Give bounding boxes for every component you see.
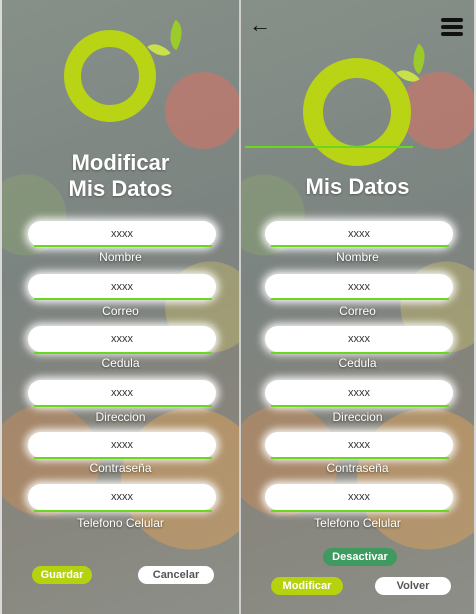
name-field[interactable]: xxxx xyxy=(28,221,216,247)
field-underline xyxy=(34,245,212,247)
title-line-2: Mis Datos xyxy=(68,176,173,201)
field-value: xxxx xyxy=(111,491,133,503)
field-label: Cedula xyxy=(338,356,377,370)
save-button[interactable]: Guardar xyxy=(32,566,92,584)
email-field: xxxx xyxy=(265,274,453,300)
field-label: Direccion xyxy=(332,410,383,424)
field-underline xyxy=(34,352,212,354)
field-value: xxxx xyxy=(111,281,133,293)
leaf-icon xyxy=(405,43,433,75)
logo-ring-icon xyxy=(64,30,156,122)
field-label: Nombre xyxy=(99,250,142,264)
title-rule xyxy=(245,146,413,148)
field-underline xyxy=(271,405,449,407)
deactivate-button[interactable]: Desactivar xyxy=(323,548,397,566)
field-underline xyxy=(34,298,212,300)
field-label: Correo xyxy=(102,304,139,318)
edit-profile-screen: Modificar Mis Datos xxxx Nombre xxxx Cor… xyxy=(2,0,239,614)
field-value: xxxx xyxy=(348,281,370,293)
field-label: Contraseña xyxy=(326,461,389,475)
modify-button[interactable]: Modificar xyxy=(271,577,343,595)
field-value: xxxx xyxy=(348,387,370,399)
field-underline xyxy=(271,298,449,300)
hamburger-menu-icon[interactable] xyxy=(441,18,463,39)
address-field: xxxx xyxy=(265,380,453,406)
title-line-1: Modificar xyxy=(71,150,170,175)
password-field: xxxx xyxy=(265,432,453,458)
field-value: xxxx xyxy=(348,228,370,240)
field-value: xxxx xyxy=(348,333,370,345)
field-label: Cedula xyxy=(101,356,140,370)
field-underline xyxy=(271,245,449,247)
field-underline xyxy=(271,510,449,512)
field-underline xyxy=(271,352,449,354)
field-label: Direccion xyxy=(95,410,146,424)
field-label: Telefono Celular xyxy=(314,516,401,530)
id-field: xxxx xyxy=(265,326,453,352)
page-title: Modificar Mis Datos xyxy=(2,150,239,202)
field-value: xxxx xyxy=(111,387,133,399)
back-button[interactable]: Volver xyxy=(375,577,451,595)
profile-screen: ← Mis Datos xxxx Nombre xxxx Correo xxxx… xyxy=(241,0,474,614)
email-field[interactable]: xxxx xyxy=(28,274,216,300)
page-title: Mis Datos xyxy=(305,174,410,199)
field-underline xyxy=(34,405,212,407)
field-value: xxxx xyxy=(348,491,370,503)
leaf-icon xyxy=(162,19,190,51)
id-field[interactable]: xxxx xyxy=(28,326,216,352)
address-field[interactable]: xxxx xyxy=(28,380,216,406)
field-value: xxxx xyxy=(111,228,133,240)
phone-field[interactable]: xxxx xyxy=(28,484,216,510)
field-label: Nombre xyxy=(336,250,379,264)
back-arrow-icon[interactable]: ← xyxy=(249,14,271,36)
field-value: xxxx xyxy=(348,439,370,451)
cancel-button[interactable]: Cancelar xyxy=(138,566,214,584)
field-value: xxxx xyxy=(111,439,133,451)
field-value: xxxx xyxy=(111,333,133,345)
name-field: xxxx xyxy=(265,221,453,247)
field-label: Telefono Celular xyxy=(77,516,164,530)
field-label: Contraseña xyxy=(89,461,152,475)
password-field[interactable]: xxxx xyxy=(28,432,216,458)
field-underline xyxy=(34,457,212,459)
logo-ring-icon xyxy=(303,58,411,166)
phone-field: xxxx xyxy=(265,484,453,510)
field-label: Correo xyxy=(339,304,376,318)
field-underline xyxy=(271,457,449,459)
field-underline xyxy=(34,510,212,512)
